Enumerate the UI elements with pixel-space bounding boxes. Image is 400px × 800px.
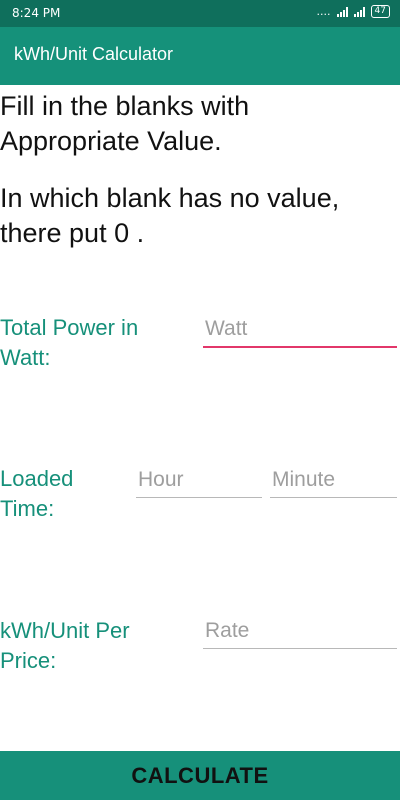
rate-input-underline: [203, 648, 397, 649]
instruction-fill-blanks: Fill in the blanks with Appropriate Valu…: [0, 91, 250, 156]
battery-level: 47: [374, 6, 386, 16]
instruction-zero-value: In which blank has no value, there put 0…: [0, 183, 340, 248]
loaded-time-label: Loaded Time:: [0, 466, 74, 521]
signal-icon-2: [353, 6, 365, 17]
battery-icon: 47: [370, 5, 390, 18]
status-icons: .... 47: [317, 5, 390, 18]
minute-input-underline: [270, 497, 397, 498]
hour-input-underline: [136, 497, 262, 498]
power-label: Total Power in Watt:: [0, 315, 139, 370]
signal-icon: [336, 6, 348, 17]
app-bar: kWh/Unit Calculator: [0, 27, 400, 85]
minute-input[interactable]: [270, 463, 397, 497]
calculate-button[interactable]: CALCULATE: [0, 751, 400, 800]
hour-input[interactable]: [136, 463, 262, 497]
watt-input-underline: [203, 346, 397, 348]
unit-price-label: kWh/Unit Per Price:: [0, 618, 130, 673]
app-title: kWh/Unit Calculator: [14, 44, 174, 64]
notification-dots: ....: [316, 5, 331, 18]
status-time: 8:24 PM: [12, 6, 61, 20]
status-bar: 8:24 PM .... 47: [0, 0, 400, 27]
rate-input[interactable]: [203, 614, 397, 648]
watt-input[interactable]: [203, 312, 397, 346]
